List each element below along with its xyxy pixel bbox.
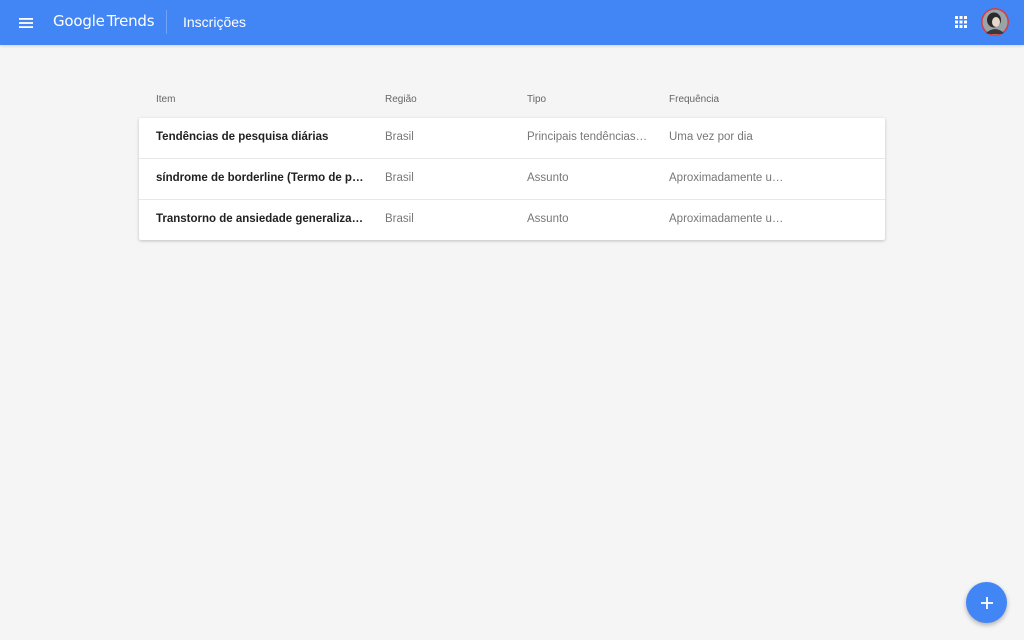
logo-trends-text: Trends — [106, 12, 155, 30]
cell-region: Brasil — [385, 213, 414, 225]
logo-google-text: Google — [53, 12, 105, 30]
cell-frequency: Uma vez por dia — [669, 131, 753, 143]
table-row[interactable]: Tendências de pesquisa diárias Brasil Pr… — [139, 118, 885, 159]
cell-item: Tendências de pesquisa diárias — [156, 131, 329, 143]
google-trends-logo[interactable]: Google Trends — [53, 12, 155, 30]
account-avatar[interactable] — [981, 8, 1009, 36]
column-header-type: Tipo — [527, 94, 547, 105]
subscriptions-table: Item Região Tipo Frequência Tendências d… — [139, 80, 885, 240]
table-row[interactable]: síndrome de borderline (Termo de pesq… B… — [139, 159, 885, 200]
avatar-image — [981, 8, 1009, 36]
subscriptions-card: Tendências de pesquisa diárias Brasil Pr… — [139, 118, 885, 240]
top-app-bar: Google Trends Inscrições — [0, 0, 1024, 45]
cell-type: Principais tendências … — [527, 131, 649, 143]
apps-grid-icon — [955, 16, 967, 28]
column-header-item: Item — [156, 94, 176, 105]
column-header-region: Região — [385, 94, 417, 105]
cell-region: Brasil — [385, 131, 414, 143]
table-header: Item Região Tipo Frequência — [139, 80, 885, 118]
page-title: Inscrições — [183, 14, 247, 30]
header-divider — [166, 10, 167, 34]
cell-frequency: Aproximadamente um… — [669, 213, 791, 225]
add-subscription-button[interactable] — [966, 582, 1007, 623]
cell-item: síndrome de borderline (Termo de pesq… — [156, 172, 368, 184]
column-header-frequency: Frequência — [669, 94, 720, 105]
table-row[interactable]: Transtorno de ansiedade generalizada (… … — [139, 200, 885, 240]
cell-frequency: Aproximadamente um… — [669, 172, 791, 184]
apps-button[interactable] — [952, 13, 970, 31]
menu-button[interactable] — [14, 11, 38, 35]
cell-type: Assunto — [527, 172, 569, 184]
add-icon — [980, 596, 993, 609]
cell-item: Transtorno de ansiedade generalizada (… — [156, 213, 368, 225]
cell-type: Assunto — [527, 213, 569, 225]
cell-region: Brasil — [385, 172, 414, 184]
menu-icon — [19, 18, 33, 28]
